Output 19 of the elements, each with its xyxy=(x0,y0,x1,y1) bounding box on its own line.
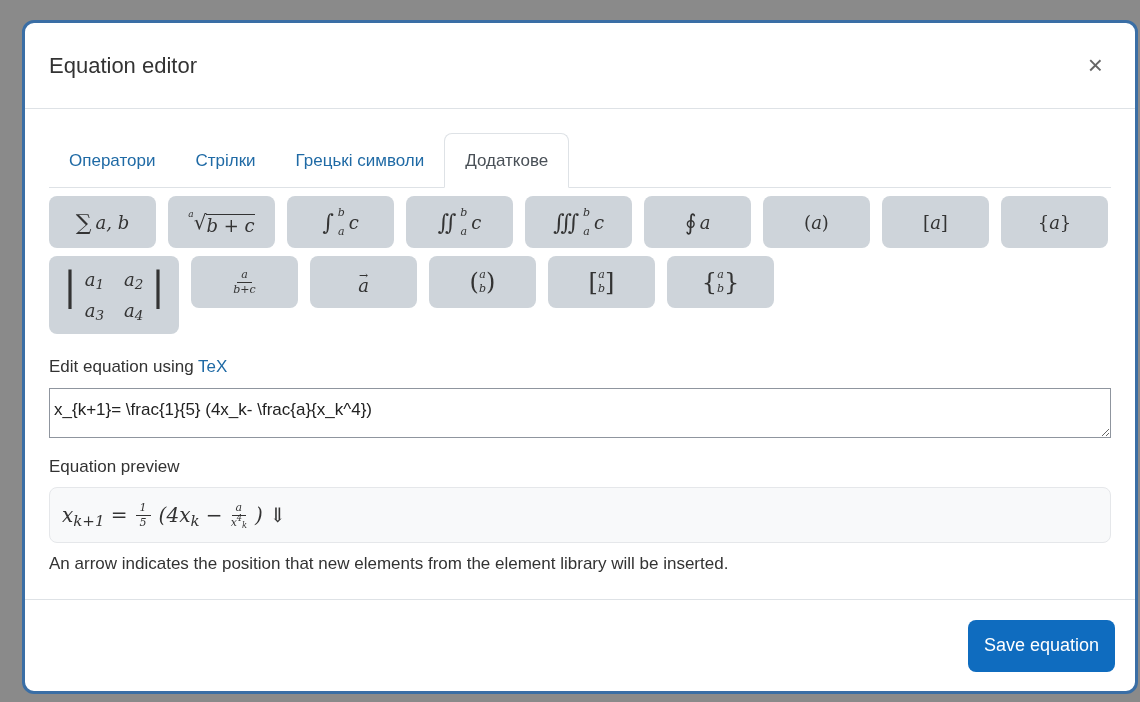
dialog-title: Equation editor xyxy=(49,52,197,80)
tex-input-field[interactable]: x_{k+1}= \frac{1}{5} (4x_k- \frac{a}{x_k^4}) xyxy=(49,387,1111,438)
math-element-button[interactable]: ∑ a, b xyxy=(49,196,156,248)
tex-label: Edit equation using xyxy=(49,357,195,376)
hint-text: An arrow indicates the position that new elements from the element library will be inserted. xyxy=(49,553,730,575)
tex-link[interactable]: TeX xyxy=(198,357,228,376)
math-element-button[interactable]: →a xyxy=(310,256,417,308)
tab[interactable]: Оператори xyxy=(49,133,176,188)
math-element-button[interactable]: a b+c xyxy=(191,256,298,308)
math-element-button[interactable]: (a) xyxy=(763,196,870,248)
save-button[interactable]: Save equation xyxy=(967,619,1115,672)
math-element-button[interactable]: ∮ a xyxy=(644,196,751,248)
math-element-button[interactable]: [a] xyxy=(882,196,989,248)
tab[interactable]: Грецькі символи xyxy=(275,133,445,188)
math-element-button[interactable]: {a} xyxy=(1001,196,1108,248)
tab[interactable]: Додаткове xyxy=(444,133,570,188)
close-button[interactable]: × xyxy=(1079,46,1111,85)
tab[interactable]: Стрілки xyxy=(175,133,276,188)
preview-label: Equation preview xyxy=(49,455,181,478)
